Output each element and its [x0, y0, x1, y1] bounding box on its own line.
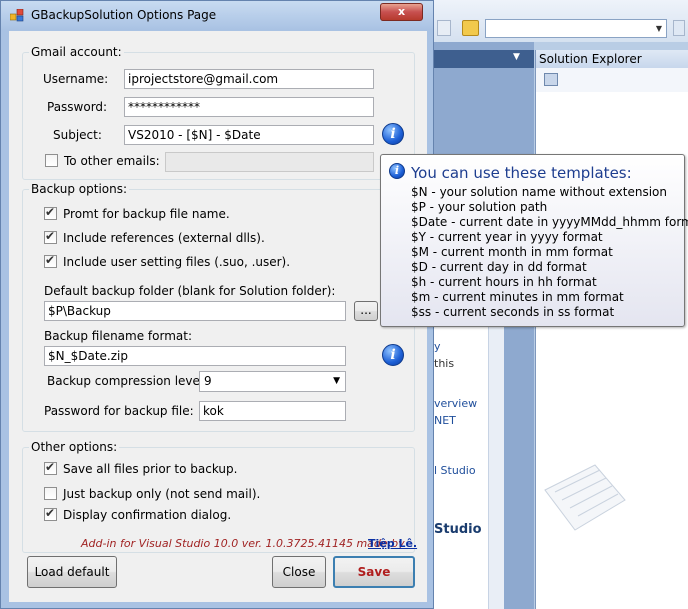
- confirmation-dialog-label[interactable]: Display confirmation dialog.: [63, 508, 231, 522]
- start-page-scrollbar[interactable]: [488, 300, 504, 609]
- just-backup-checkbox[interactable]: [44, 487, 57, 500]
- tooltip-line: $Y - current year in yyyy format: [411, 230, 603, 244]
- other-emails-input[interactable]: [165, 152, 374, 172]
- compression-level-value: 9: [204, 374, 212, 388]
- password-label: Password:: [47, 100, 108, 114]
- include-user-settings-label[interactable]: Include user setting files (.suo, .user)…: [63, 255, 290, 269]
- dialog-client-area: Gmail account: Username: Password: Subje…: [9, 31, 427, 602]
- subject-input[interactable]: [124, 125, 374, 145]
- save-all-files-label[interactable]: Save all files prior to backup.: [63, 462, 237, 476]
- start-page-link[interactable]: NET: [434, 414, 456, 427]
- chevron-down-icon[interactable]: ▼: [652, 20, 666, 37]
- tooltip-line: $N - your solution name without extensio…: [411, 185, 667, 199]
- tab-dropdown-icon[interactable]: ▼: [513, 52, 520, 62]
- tooltip-line: $Date - current date in yyyyMMdd_hhmm fo…: [411, 215, 688, 229]
- tooltip-line: $M - current month in mm format: [411, 245, 613, 259]
- properties-icon[interactable]: [544, 73, 558, 86]
- tooltip-line: $m - current minutes in mm format: [411, 290, 624, 304]
- toolbar-overflow-button[interactable]: [673, 20, 685, 36]
- filename-info-icon[interactable]: i: [382, 344, 404, 366]
- just-backup-label[interactable]: Just backup only (not send mail).: [63, 487, 260, 501]
- username-label: Username:: [43, 72, 109, 86]
- options-dialog: GBackupSolution Options Page x Gmail acc…: [0, 0, 434, 609]
- dialog-title: GBackupSolution Options Page: [31, 8, 217, 22]
- filename-format-input[interactable]: [44, 346, 346, 366]
- start-page-link[interactable]: verview: [434, 397, 477, 410]
- browse-folder-button[interactable]: ...: [354, 301, 378, 321]
- backup-password-input[interactable]: [199, 401, 346, 421]
- username-input[interactable]: [124, 69, 374, 89]
- compression-level-label: Backup compression level:: [47, 374, 208, 388]
- dialog-titlebar[interactable]: GBackupSolution Options Page x: [1, 1, 433, 29]
- app-icon: [10, 9, 24, 22]
- toolbar-dropdown-button[interactable]: [437, 20, 451, 36]
- toolbar-combo[interactable]: ▼: [485, 19, 667, 38]
- start-page-heading: Studio: [434, 522, 482, 537]
- save-all-files-checkbox[interactable]: [44, 460, 57, 475]
- filename-format-label: Backup filename format:: [44, 329, 193, 343]
- include-references-label[interactable]: Include references (external dlls).: [63, 231, 265, 245]
- tooltip-line: $ss - current seconds in ss format: [411, 305, 615, 319]
- backup-folder-input[interactable]: [44, 301, 346, 321]
- backup-options-legend: Backup options:: [31, 182, 128, 196]
- solution-explorer-title: Solution Explorer: [536, 50, 688, 68]
- other-emails-label[interactable]: To other emails:: [64, 154, 160, 168]
- chevron-down-icon[interactable]: ▼: [333, 372, 340, 391]
- password-input[interactable]: [124, 97, 374, 117]
- other-options-legend: Other options:: [31, 440, 118, 454]
- author-link[interactable]: Tiệp Lê.: [368, 537, 417, 550]
- close-icon: x: [397, 5, 406, 18]
- confirmation-dialog-checkbox[interactable]: [44, 506, 57, 521]
- subject-info-icon[interactable]: i: [382, 123, 404, 145]
- tooltip-line: $D - current day in dd format: [411, 260, 587, 274]
- load-default-button[interactable]: Load default: [27, 556, 117, 588]
- prompt-filename-checkbox[interactable]: [44, 205, 57, 220]
- include-references-checkbox[interactable]: [44, 229, 57, 244]
- compression-level-select[interactable]: 9 ▼: [199, 371, 346, 392]
- close-button[interactable]: Close: [272, 556, 326, 588]
- gmail-account-legend: Gmail account:: [31, 45, 122, 59]
- start-page-text: y: [434, 340, 441, 353]
- start-page-text: this: [434, 357, 455, 370]
- start-page-graphic: [544, 464, 626, 531]
- save-button[interactable]: Save: [333, 556, 415, 588]
- window-close-button[interactable]: x: [380, 3, 423, 21]
- tooltip-info-icon: i: [389, 163, 405, 179]
- tooltip-line: $P - your solution path: [411, 200, 548, 214]
- tooltip-title: You can use these templates:: [411, 164, 632, 182]
- start-page-link[interactable]: l Studio: [434, 464, 476, 477]
- tooltip-line: $h - current hours in hh format: [411, 275, 597, 289]
- backup-folder-label: Default backup folder (blank for Solutio…: [44, 284, 336, 298]
- other-emails-checkbox[interactable]: [45, 154, 58, 167]
- include-user-settings-checkbox[interactable]: [44, 253, 57, 268]
- credit-text: Add-in for Visual Studio 10.0 ver. 1.0.3…: [81, 537, 405, 550]
- solution-explorer-toolbar: [536, 68, 688, 92]
- backup-password-label: Password for backup file:: [44, 404, 194, 418]
- prompt-filename-label[interactable]: Promt for backup file name.: [63, 207, 230, 221]
- open-folder-icon[interactable]: [462, 20, 479, 36]
- subject-label: Subject:: [53, 128, 102, 142]
